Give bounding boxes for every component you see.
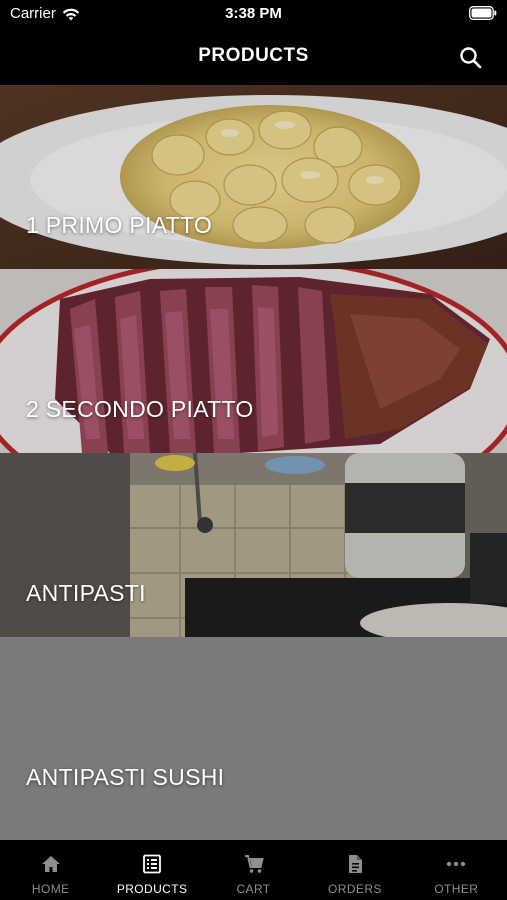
category-label: ANTIPASTI xyxy=(26,580,146,606)
category-primo-piatto[interactable]: 1 PRIMO PIATTO xyxy=(0,85,507,269)
tab-bar: HOME PRODUCTS CART ORDERS OTHER xyxy=(0,840,507,900)
nav-bar: PRODUCTS xyxy=(0,28,507,85)
category-image xyxy=(0,269,507,453)
home-icon xyxy=(41,856,60,872)
tab-label: OTHER xyxy=(434,882,479,896)
status-time: 3:38 PM xyxy=(225,5,282,22)
category-antipasti-sushi[interactable]: ANTIPASTI SUSHI xyxy=(0,637,507,821)
category-image xyxy=(0,85,507,269)
tab-home[interactable]: HOME xyxy=(0,840,101,900)
cart-icon xyxy=(244,855,264,873)
tab-label: HOME xyxy=(31,882,70,896)
page-title: PRODUCTS xyxy=(198,45,309,66)
tab-label: ORDERS xyxy=(328,882,382,896)
category-secondo-piatto[interactable]: 2 SECONDO PIATTO xyxy=(0,269,507,453)
more-icon xyxy=(447,861,466,867)
list-icon xyxy=(143,854,162,874)
category-label: 2 SECONDO PIATTO xyxy=(26,396,254,422)
tab-label: CART xyxy=(236,882,271,896)
search-button[interactable] xyxy=(457,44,485,72)
status-bar: Carrier 3:38 PM xyxy=(0,0,507,28)
category-image xyxy=(0,453,507,637)
tab-products[interactable]: PRODUCTS xyxy=(101,840,202,900)
category-list: 1 PRIMO PIATTO 2 SECONDO PIATTO ANTIPAST… xyxy=(0,85,507,840)
category-label: ANTIPASTI SUSHI xyxy=(26,764,225,790)
tab-orders[interactable]: ORDERS xyxy=(304,840,405,900)
tab-other[interactable]: OTHER xyxy=(406,840,507,900)
search-icon xyxy=(460,47,482,69)
document-icon xyxy=(348,855,362,873)
battery-icon xyxy=(469,6,497,25)
category-label: 1 PRIMO PIATTO xyxy=(26,212,213,238)
category-antipasti[interactable]: ANTIPASTI xyxy=(0,453,507,637)
tab-cart[interactable]: CART xyxy=(203,840,304,900)
tab-label: PRODUCTS xyxy=(116,882,188,896)
